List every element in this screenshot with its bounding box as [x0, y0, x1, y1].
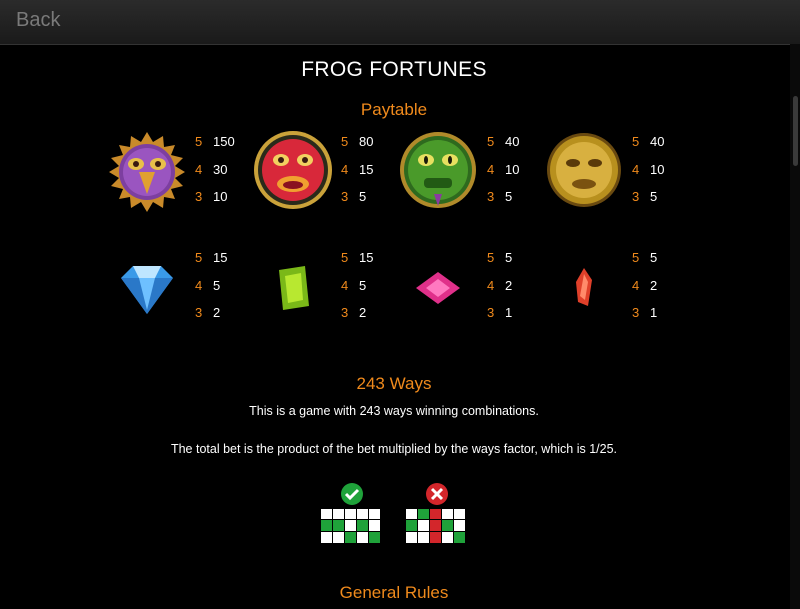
paytable-heading: Paytable — [360, 100, 428, 119]
cross-icon — [426, 483, 448, 505]
scrollbar-thumb[interactable] — [793, 96, 798, 166]
game-title: FROG FORTUNES — [301, 58, 487, 81]
paytable-entry-green-gem: 5 15 45 32 — [341, 250, 374, 320]
general-rules-heading: General Rules — [339, 583, 449, 602]
ways-bet-description: The total bet is the product of the bet … — [170, 442, 618, 456]
checkmark-icon — [341, 483, 363, 505]
losing-ways-example-grid — [405, 508, 467, 544]
red-crystal-icon — [576, 268, 592, 306]
paytable-entry-red-crystal: 55 42 31 — [632, 250, 658, 320]
scrollbar[interactable] — [790, 44, 800, 609]
paytable-entry-gold-mask: 5 40 4 10 35 — [632, 134, 665, 204]
pink-gem-icon — [416, 272, 460, 304]
paytable-entry-bird-mask: 5 150 4 30 3 10 — [195, 134, 235, 204]
paytable-entry-green-frog-mask: 5 40 4 10 35 — [487, 134, 520, 204]
back-button[interactable]: Back — [16, 9, 60, 32]
gold-mask-icon — [547, 133, 621, 207]
ways-description: This is a game with 243 ways winning com… — [249, 404, 539, 418]
green-gem-icon — [279, 266, 309, 310]
paytable-entry-red-mask: 5 80 4 15 35 — [341, 134, 374, 204]
ways-heading: 243 Ways — [356, 374, 432, 393]
winning-ways-example-grid — [320, 508, 382, 544]
red-mask-icon — [254, 131, 332, 209]
blue-diamond-icon — [121, 266, 173, 314]
top-bar: Back — [0, 0, 800, 45]
paytable-entry-blue-diamond: 5 15 45 32 — [195, 250, 228, 320]
paytable-entry-pink-gem: 55 42 31 — [487, 250, 513, 320]
green-frog-mask-icon — [400, 132, 476, 208]
bird-mask-icon — [109, 132, 185, 212]
